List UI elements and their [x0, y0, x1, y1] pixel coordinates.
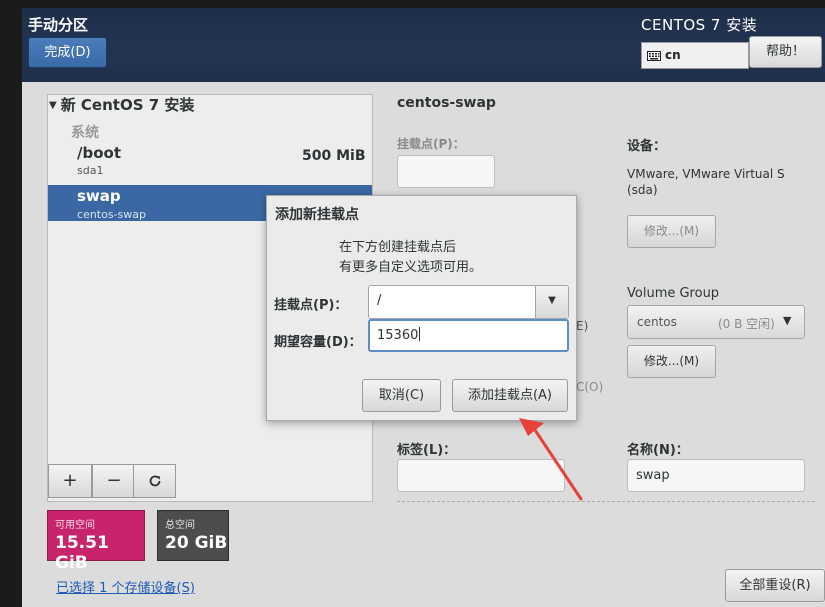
keyboard-layout-indicator[interactable]: cn — [641, 42, 749, 69]
done-button[interactable]: 完成(D) — [28, 37, 107, 68]
dialog-desired-capacity-label: 期望容量(D)： — [274, 335, 362, 350]
mount-point-label: 挂载点(P)： — [397, 137, 465, 151]
volume-group-free: (0 B 空闲) — [718, 317, 775, 331]
dialog-description-line1: 在下方创建挂载点后 — [339, 240, 457, 255]
selected-storage-link[interactable]: 已选择 1 个存储设备(S) — [56, 577, 195, 596]
cancel-button[interactable]: 取消(C) — [362, 379, 441, 412]
dialog-title: 添加新挂载点 — [275, 207, 359, 223]
available-space-value: 15.51 GiB — [55, 533, 109, 573]
product-title: CENTOS 7 安装 — [641, 16, 758, 34]
desired-capacity-value: 15360 — [377, 328, 419, 343]
help-button[interactable]: 帮助！ — [749, 36, 822, 68]
spoke-title: 手动分区 — [28, 16, 89, 34]
volume-group-label: Volume Group — [627, 286, 720, 301]
boot-size-label: 500 MiB — [302, 148, 366, 164]
chevron-down-icon: ▼ — [548, 295, 556, 306]
dialog-description-line2: 有更多自定义选项可用。 — [339, 260, 483, 275]
boot-device-label: sda1 — [77, 164, 104, 177]
swap-device-label: centos-swap — [77, 208, 146, 221]
annotation-arrow-icon — [519, 418, 583, 501]
label-field-label: 标签(L)： — [397, 443, 457, 458]
total-space-box: 总空间 20 GiB — [157, 510, 229, 561]
detail-title: centos-swap — [397, 95, 496, 111]
dialog-desired-capacity-input[interactable]: 15360 — [368, 319, 569, 352]
boot-mount-label: /boot — [77, 144, 121, 162]
available-space-label: 可用空间 — [55, 520, 95, 531]
partially-hidden-label-o: C(O) — [576, 380, 604, 394]
tree-root-header[interactable]: ▼ 新 CentOS 7 安装 — [49, 94, 194, 115]
remove-mount-point-button[interactable]: − — [92, 464, 136, 498]
modify-volume-group-button[interactable]: 修改...(M) — [627, 345, 716, 378]
refresh-button[interactable] — [133, 464, 176, 498]
name-field-label: 名称(N)： — [627, 443, 689, 458]
partially-hidden-label-e: E) — [576, 319, 589, 333]
device-label: 设备： — [627, 139, 667, 154]
available-space-box: 可用空间 15.51 GiB — [47, 510, 145, 573]
refresh-icon — [149, 475, 160, 487]
tree-root-label: 新 CentOS 7 安装 — [60, 96, 195, 114]
add-mount-point-confirm-button[interactable]: 添加挂载点(A) — [452, 379, 568, 412]
text-caret — [419, 327, 421, 341]
name-field[interactable]: swap — [627, 459, 805, 492]
mount-point-field[interactable] — [397, 155, 495, 188]
divider — [397, 501, 815, 502]
reset-all-button[interactable]: 全部重设(R) — [725, 569, 825, 602]
dialog-mount-point-label: 挂载点(P)： — [274, 298, 348, 313]
add-mount-point-button[interactable]: + — [48, 464, 92, 498]
tree-group-system: 系统 — [71, 125, 99, 141]
keyboard-icon — [647, 45, 661, 70]
volume-group-select[interactable]: centos — [627, 305, 805, 339]
expander-down-icon[interactable]: ▼ — [49, 100, 57, 111]
device-value: VMware, VMware Virtual S (sda) — [627, 167, 785, 197]
modify-device-button[interactable]: 修改...(M) — [627, 215, 716, 248]
swap-mount-label: swap — [77, 187, 121, 205]
chevron-down-icon: ▼ — [783, 314, 792, 327]
dialog-mount-point-value[interactable]: / — [377, 293, 381, 308]
keyboard-layout-label: cn — [665, 48, 681, 62]
dropdown-toggle-button[interactable]: ▼ — [535, 286, 568, 318]
total-space-label: 总空间 — [165, 520, 195, 531]
total-space-value: 20 GiB — [165, 533, 228, 553]
